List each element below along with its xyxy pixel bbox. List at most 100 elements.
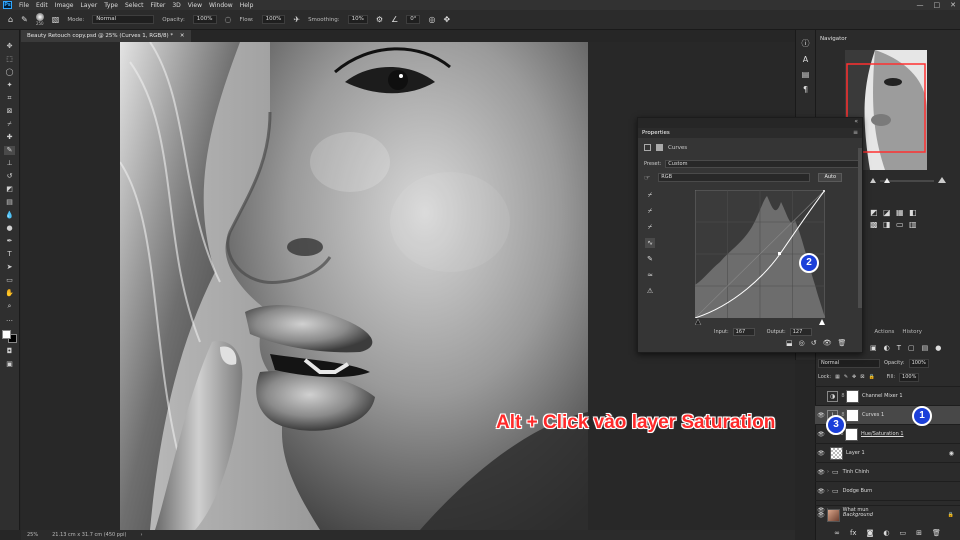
layer-name[interactable]: Dodge Burn <box>843 488 873 494</box>
type-tool-icon[interactable]: T <box>4 250 15 259</box>
eyedropper-tool-icon[interactable]: ⌿ <box>4 120 15 129</box>
layer-row-channel-mixer[interactable]: ◑ 8 Channel Mixer 1 <box>815 386 960 405</box>
menu-select[interactable]: Select <box>125 2 144 9</box>
menu-layer[interactable]: Layer <box>80 2 97 9</box>
healing-brush-tool-icon[interactable]: ✚ <box>4 133 15 142</box>
gear-icon[interactable]: ⚙ <box>376 15 383 24</box>
filter-pixel-icon[interactable]: ▣ <box>870 344 877 352</box>
brush-tool-icon[interactable]: ✎ <box>4 146 15 155</box>
curves-adjustment-icon[interactable] <box>644 144 651 151</box>
pen-tool-icon[interactable]: ✒ <box>4 237 15 246</box>
zoom-readout[interactable]: 25% <box>27 532 38 538</box>
layer-row-group-tinh-chinh[interactable]: 👁 › ▭ Tinh Chinh <box>815 462 960 481</box>
hand-tool-icon[interactable]: ✋ <box>4 289 15 298</box>
layer-thumb[interactable] <box>830 446 843 460</box>
eye-icon[interactable]: 👁 <box>815 469 827 476</box>
lock-transparent-icon[interactable]: ▦ <box>835 374 840 380</box>
path-select-tool-icon[interactable]: ➤ <box>4 263 15 272</box>
tab-history[interactable]: History <box>902 329 922 335</box>
lock-image-icon[interactable]: ✎ <box>844 374 848 380</box>
eye-icon[interactable]: 👁 <box>815 512 827 519</box>
status-chevron-icon[interactable]: › <box>141 532 143 538</box>
edit-curve-points-icon[interactable]: ∿ <box>645 238 655 248</box>
paragraph-panel-icon[interactable]: ¶ <box>803 85 808 94</box>
channel-mixer-adj-icon[interactable]: ◩ <box>870 208 880 217</box>
filter-adjustment-icon[interactable]: ◐ <box>884 344 890 352</box>
menu-edit[interactable]: Edit <box>36 2 48 9</box>
filter-toggle-icon[interactable]: ● <box>935 344 941 352</box>
lock-artboard-icon[interactable]: ⊠ <box>860 374 864 380</box>
smooth-curve-icon[interactable]: ≈ <box>645 270 655 280</box>
menu-filter[interactable]: Filter <box>151 2 166 9</box>
pressure-opacity-icon[interactable]: ◌ <box>225 15 232 24</box>
trash-icon[interactable]: 🗑 <box>838 339 847 347</box>
input-levels-slider[interactable] <box>694 318 825 326</box>
blur-tool-icon[interactable]: 💧 <box>4 211 15 220</box>
maximize-button[interactable]: □ <box>934 1 941 9</box>
eye-icon[interactable]: 👁 <box>815 431 827 438</box>
trash-icon[interactable]: 🗑 <box>932 529 941 537</box>
menu-view[interactable]: View <box>188 2 202 9</box>
clip-to-layer-icon[interactable]: ⬓ <box>786 339 793 347</box>
document-tab[interactable]: Beauty Retouch copy.psd @ 25% (Curves 1,… <box>21 30 191 42</box>
eraser-tool-icon[interactable]: ◩ <box>4 185 15 194</box>
properties-scrollbar[interactable] <box>858 148 862 308</box>
eye-icon[interactable]: 👁 <box>815 488 827 495</box>
glyphs-icon[interactable]: ▤ <box>802 70 810 79</box>
blend-mode-select[interactable]: Normal <box>818 358 880 368</box>
close-button[interactable]: ✕ <box>950 1 956 9</box>
eye-icon[interactable]: 👁 <box>823 339 832 347</box>
character-panel-icon[interactable]: A <box>803 55 808 64</box>
mask-icon[interactable] <box>656 144 663 151</box>
draw-curve-pencil-icon[interactable]: ✎ <box>645 254 655 264</box>
menu-help[interactable]: Help <box>240 2 254 9</box>
view-previous-icon[interactable]: ◎ <box>799 339 805 347</box>
link-layers-icon[interactable]: ∞ <box>834 529 840 537</box>
flow-field[interactable]: 100% <box>261 15 286 24</box>
info-icon[interactable]: ⓘ <box>802 38 810 49</box>
eye-icon[interactable]: 👁 <box>815 412 827 419</box>
selective-color-adj-icon[interactable]: ▥ <box>909 220 919 229</box>
reset-icon[interactable]: ↺ <box>811 339 817 347</box>
layer-name[interactable]: Background <box>843 512 873 518</box>
gradient-tool-icon[interactable]: ▤ <box>4 198 15 207</box>
input-field[interactable]: 167 <box>732 328 755 336</box>
layer-name[interactable]: Curves 1 <box>862 412 884 418</box>
layer-name[interactable]: Tinh Chinh <box>843 469 870 475</box>
history-brush-tool-icon[interactable]: ↺ <box>4 172 15 181</box>
chevron-right-icon[interactable]: › <box>827 469 829 475</box>
brush-settings-icon[interactable]: ▧ <box>52 15 60 24</box>
layer-name[interactable]: Hue/Saturation 1 <box>861 431 904 437</box>
angle-field[interactable]: 0° <box>406 15 421 24</box>
brush-preset-picker[interactable]: 250 <box>35 13 44 26</box>
navigator-title[interactable]: Navigator <box>820 36 847 42</box>
invert-adj-icon[interactable]: ◧ <box>909 208 919 217</box>
menu-file[interactable]: File <box>19 2 29 9</box>
eye-icon[interactable]: 👁 <box>815 450 827 457</box>
portrait-photo[interactable] <box>120 42 588 530</box>
layer-mask-thumb[interactable] <box>846 389 859 403</box>
foreground-color-swatch[interactable] <box>2 330 11 339</box>
more-tools-icon[interactable]: … <box>4 315 15 324</box>
layer-row-group-dodge-burn[interactable]: 👁 › ▭ Dodge Burn <box>815 481 960 500</box>
clipping-warning-icon[interactable]: ⚠ <box>645 286 655 296</box>
zoom-tool-icon[interactable]: ⌕ <box>4 302 15 311</box>
lock-position-icon[interactable]: ✥ <box>852 374 856 380</box>
target-adjust-icon[interactable]: ☞ <box>644 174 650 182</box>
threshold-adj-icon[interactable]: ◨ <box>883 220 893 229</box>
screen-mode-icon[interactable]: ▣ <box>4 360 15 369</box>
shape-tool-icon[interactable]: ▭ <box>4 276 15 285</box>
gradient-map-adj-icon[interactable]: ▭ <box>896 220 906 229</box>
menu-window[interactable]: Window <box>209 2 233 9</box>
lasso-tool-icon[interactable]: ◯ <box>4 68 15 77</box>
properties-drag-bar[interactable]: « <box>638 118 862 128</box>
background-thumb[interactable] <box>827 508 840 522</box>
move-tool-icon[interactable]: ✥ <box>4 42 15 51</box>
new-group-icon[interactable]: ▭ <box>899 529 906 537</box>
menu-type[interactable]: Type <box>104 2 118 9</box>
tab-close-icon[interactable]: ✕ <box>180 33 185 39</box>
color-swatches[interactable] <box>2 330 17 343</box>
gray-point-eyedropper-icon[interactable]: ⌿ <box>645 206 655 216</box>
layer-mask-thumb[interactable] <box>846 408 859 422</box>
layer-row-layer-1[interactable]: 👁 Layer 1 ◉ <box>815 443 960 462</box>
